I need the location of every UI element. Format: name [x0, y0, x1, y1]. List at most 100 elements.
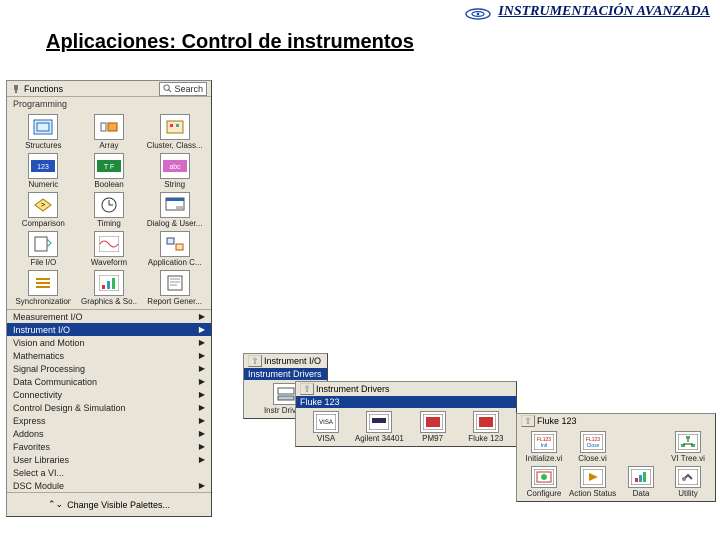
palette-item-cluster[interactable]: Cluster, Class... — [142, 113, 207, 151]
palette-item-data[interactable]: Data — [618, 465, 664, 499]
palette-item-boolean[interactable]: T FBoolean — [77, 152, 142, 190]
palette-item-label: Waveform — [91, 258, 127, 267]
palette-item-visa[interactable]: VISA VISA — [300, 410, 352, 444]
list-item[interactable]: Connectivity▶ — [7, 388, 211, 401]
palette-item-label: Report Gener... — [147, 297, 202, 306]
svg-text:Init: Init — [541, 443, 548, 449]
svg-text:>: > — [41, 202, 45, 209]
instrument-drivers-grid: VISA VISA Agilent 34401 PM97 Fluke 123 — [296, 408, 516, 446]
palette-item-label: Data — [633, 489, 650, 498]
palette-item-label: Configure — [527, 489, 562, 498]
course-title: INSTRUMENTACIÓN AVANZADA — [498, 4, 710, 20]
list-item[interactable]: Signal Processing▶ — [7, 362, 211, 375]
programming-section-label: Programming — [7, 97, 211, 111]
palette-item-structures[interactable]: Structures — [11, 113, 76, 151]
list-item[interactable]: Control Design & Simulation▶ — [7, 401, 211, 414]
pin-icon[interactable] — [11, 84, 21, 94]
search-box[interactable]: Search — [159, 82, 207, 96]
palette-item-label: VI Tree.vi — [671, 454, 705, 463]
search-label: Search — [174, 84, 203, 94]
palette-item-dialog[interactable]: Dialog & User... — [142, 191, 207, 229]
palette-item-label: Comparison — [22, 219, 65, 228]
list-item[interactable]: Favorites▶ — [7, 440, 211, 453]
palette-item-label: Graphics & So... — [81, 297, 137, 306]
logo-icon — [464, 5, 492, 21]
palette-item-label: Initialize.vi — [526, 454, 563, 463]
palette-item-string[interactable]: abc String — [142, 152, 207, 190]
palette-item-label: Close.vi — [578, 454, 606, 463]
subpanel-highlight: Instrument Drivers — [244, 368, 327, 380]
palette-item-graphics[interactable]: Graphics & So... — [77, 269, 142, 307]
palette-item-utility[interactable]: Utility — [665, 465, 711, 499]
nav-up-button[interactable]: ⇧ — [248, 355, 262, 367]
list-item[interactable]: Mathematics▶ — [7, 349, 211, 362]
palette-item-label: Cluster, Class... — [147, 141, 203, 150]
programming-grid: Structures Array Cluster, Class... 123Nu… — [7, 111, 211, 309]
palette-item-pm97[interactable]: PM97 — [407, 410, 459, 444]
page-title: Aplicaciones: Control de instrumentos — [46, 31, 720, 54]
palette-item-label: Fluke 123 — [468, 434, 503, 443]
palette-item-report[interactable]: Report Gener... — [142, 269, 207, 307]
palette-item-configure[interactable]: Configure — [521, 465, 567, 499]
palette-item-label: Action Status — [569, 489, 616, 498]
footer-label: Change Visible Palettes... — [67, 500, 170, 510]
palette-item-agilent[interactable]: Agilent 34401 — [353, 410, 405, 444]
palette-item-label: Timing — [97, 219, 121, 228]
list-item[interactable]: User Libraries▶ — [7, 453, 211, 466]
palette-item-label: Agilent 34401 — [355, 434, 404, 443]
palette-item-timing[interactable]: Timing — [77, 191, 142, 229]
subpanel-title: Instrument Drivers — [316, 384, 390, 394]
subpanel-title: Instrument I/O — [264, 356, 321, 366]
functions-palette: Functions Search Programming Structures … — [6, 80, 212, 517]
list-item[interactable]: Select a VI... — [7, 466, 211, 479]
palette-item-label: Numeric — [28, 180, 58, 189]
palette-item-waveform[interactable]: Waveform — [77, 230, 142, 268]
nav-up-button[interactable]: ⇧ — [300, 383, 314, 395]
palette-item-label: Synchronization — [15, 297, 71, 306]
palette-footer[interactable]: ⌃⌄ Change Visible Palettes... — [7, 492, 211, 516]
subpanel-header: ⇧ Instrument I/O — [244, 354, 327, 368]
list-item[interactable]: DSC Module▶ — [7, 479, 211, 492]
palette-item-label: Array — [99, 141, 118, 150]
palette-item-label: VISA — [317, 434, 335, 443]
functions-palette-header: Functions Search — [7, 81, 211, 97]
svg-text:abc: abc — [169, 164, 181, 171]
chevron-up-down-icon: ⌃⌄ — [48, 499, 63, 510]
palette-item-fileio[interactable]: File I/O — [11, 230, 76, 268]
subpanel-header: ⇧ Fluke 123 — [517, 414, 715, 428]
palette-item-label: String — [164, 180, 185, 189]
list-item[interactable]: Data Communication▶ — [7, 375, 211, 388]
nav-up-button[interactable]: ⇧ — [521, 415, 535, 427]
list-item[interactable]: Measurement I/O▶ — [7, 310, 211, 323]
palette-item-numeric[interactable]: 123Numeric — [11, 152, 76, 190]
palette-item-appctrl[interactable]: Application C... — [142, 230, 207, 268]
list-item[interactable]: Vision and Motion▶ — [7, 336, 211, 349]
slide-header: INSTRUMENTACIÓN AVANZADA — [0, 0, 720, 23]
subpanel-header: ⇧ Instrument Drivers — [296, 382, 516, 396]
palette-item-comparison[interactable]: > Comparison — [11, 191, 76, 229]
fluke123-grid: FL123InitInitialize.vi FL123CloseClose.v… — [517, 428, 715, 501]
palette-item-initialize[interactable]: FL123InitInitialize.vi — [521, 430, 567, 464]
palette-item-label: Application C... — [148, 258, 202, 267]
svg-text:VISA: VISA — [319, 420, 333, 426]
category-list: Measurement I/O▶ Instrument I/O▶ Vision … — [7, 309, 211, 492]
list-item[interactable]: Addons▶ — [7, 427, 211, 440]
palette-item-actionstatus[interactable]: Action Status — [568, 465, 617, 499]
instrument-drivers-palette: ⇧ Instrument Drivers Fluke 123 VISA VISA … — [295, 381, 517, 447]
palette-item-label: PM97 — [422, 434, 443, 443]
svg-text:Close: Close — [586, 443, 599, 449]
palette-item-vitree[interactable]: VI Tree.vi — [665, 430, 711, 464]
palette-item-array[interactable]: Array — [77, 113, 142, 151]
palette-item-sync[interactable]: Synchronization — [11, 269, 76, 307]
subpanel-title: Fluke 123 — [537, 416, 577, 426]
palette-item-label: Structures — [25, 141, 61, 150]
palette-item-label: File I/O — [30, 258, 56, 267]
subpanel-highlight: Fluke 123 — [296, 396, 516, 408]
palette-title: Functions — [24, 84, 63, 94]
palette-item-label: Dialog & User... — [147, 219, 203, 228]
palette-item-close[interactable]: FL123CloseClose.vi — [568, 430, 617, 464]
list-item-instrument-io[interactable]: Instrument I/O▶ — [7, 323, 211, 336]
list-item[interactable]: Express▶ — [7, 414, 211, 427]
svg-text:T F: T F — [104, 164, 114, 171]
palette-item-fluke123[interactable]: Fluke 123 — [460, 410, 512, 444]
